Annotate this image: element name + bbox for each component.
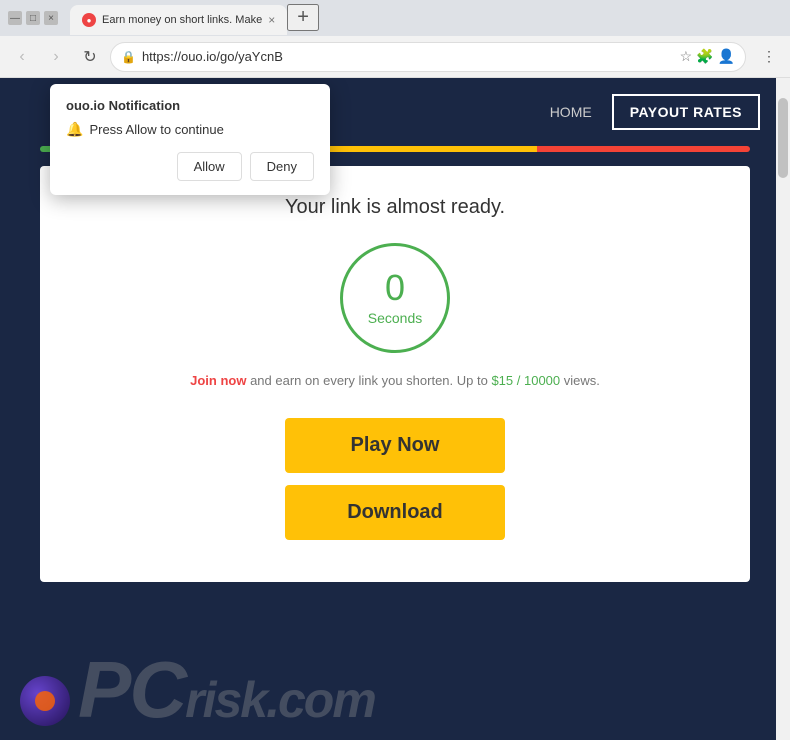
bookmark-icon[interactable]: ☆ [680, 48, 693, 65]
notification-title: ouo.io Notification [66, 98, 314, 113]
notification-text: Press Allow to continue [89, 122, 223, 137]
tab-close-button[interactable]: × [268, 13, 275, 27]
back-button[interactable]: ‹ [8, 43, 36, 71]
browser-tab[interactable]: Earn money on short links. Make × [70, 5, 287, 35]
new-tab-button[interactable]: + [287, 4, 319, 31]
url-text: https://ouo.io/go/yaYcnB [142, 49, 674, 64]
amount-link[interactable]: $15 / 10000 [491, 373, 560, 388]
window-controls: — □ × [8, 11, 58, 25]
forward-button[interactable]: › [42, 43, 70, 71]
close-button[interactable]: × [44, 11, 58, 25]
main-card: Your link is almost ready. 0 Seconds Joi… [40, 166, 750, 582]
scrollbar[interactable] [776, 78, 790, 740]
watermark-ball-icon [20, 676, 70, 726]
progress-red [537, 146, 750, 152]
scrollbar-thumb[interactable] [778, 98, 788, 178]
maximize-button[interactable]: □ [26, 11, 40, 25]
tab-favicon [82, 13, 96, 27]
title-bar: — □ × Earn money on short links. Make × … [0, 0, 790, 36]
notification-buttons: Allow Deny [66, 152, 314, 181]
extension-icon[interactable]: 🧩 [696, 48, 713, 65]
promo-text: Join now and earn on every link you shor… [60, 373, 730, 388]
address-icons: ☆ 🧩 👤 [680, 48, 735, 65]
home-nav-link[interactable]: HOME [550, 104, 592, 120]
browser-icons: ⋮ [756, 44, 782, 70]
watermark: PCrisk.com [0, 650, 790, 740]
watermark-logo: PCrisk.com [78, 650, 375, 730]
watermark-ball-inner [35, 691, 55, 711]
browser-frame: — □ × Earn money on short links. Make × … [0, 0, 790, 740]
deny-button[interactable]: Deny [250, 152, 314, 181]
download-button[interactable]: Download [285, 485, 505, 540]
watermark-text: risk.com [185, 672, 375, 728]
join-link[interactable]: Join now [190, 373, 246, 388]
payout-rates-button[interactable]: PAYOUT RATES [612, 94, 760, 130]
play-now-button[interactable]: Play Now [285, 418, 505, 473]
nav-bar: ‹ › ↻ 🔒 https://ouo.io/go/yaYcnB ☆ 🧩 👤 ⋮ [0, 36, 790, 78]
refresh-button[interactable]: ↻ [76, 43, 104, 71]
lock-icon: 🔒 [121, 50, 136, 64]
allow-button[interactable]: Allow [177, 152, 242, 181]
account-icon[interactable]: 👤 [718, 48, 735, 65]
notification-message: 🔔 Press Allow to continue [66, 121, 314, 138]
timer-circle: 0 Seconds [340, 243, 450, 353]
timer-number: 0 [385, 270, 405, 306]
menu-icon[interactable]: ⋮ [756, 44, 782, 70]
bell-icon: 🔔 [66, 121, 83, 138]
address-bar[interactable]: 🔒 https://ouo.io/go/yaYcnB ☆ 🧩 👤 [110, 42, 746, 72]
card-title: Your link is almost ready. [60, 196, 730, 219]
page-content: ouo.io Notification 🔔 Press Allow to con… [0, 78, 790, 740]
minimize-button[interactable]: — [8, 11, 22, 25]
tab-title: Earn money on short links. Make [102, 14, 262, 26]
notification-popup: ouo.io Notification 🔔 Press Allow to con… [50, 84, 330, 195]
timer-label: Seconds [368, 310, 422, 326]
